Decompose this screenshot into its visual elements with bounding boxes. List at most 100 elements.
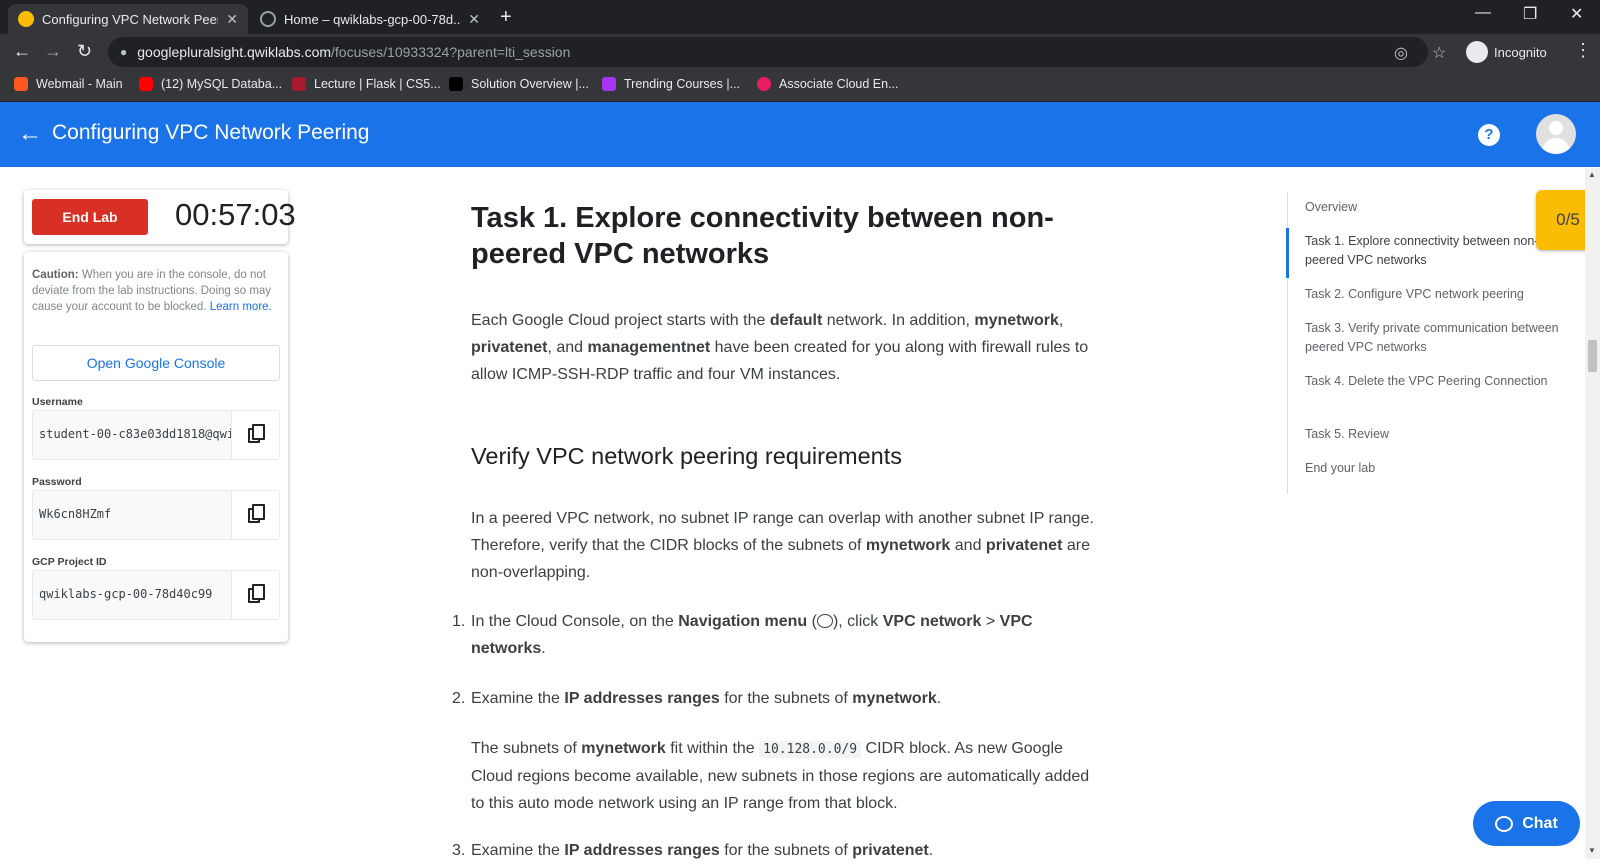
chat-bubble-icon — [1495, 815, 1514, 832]
page-title: Configuring VPC Network Peering — [52, 121, 370, 144]
browser-tabstrip: Configuring VPC Network Peerin ✕ Home – … — [0, 0, 1600, 34]
scrollbar-thumb[interactable] — [1588, 340, 1597, 372]
lab-timer-card: End Lab 00:57:03 — [24, 190, 296, 244]
minimize-icon[interactable]: — — [1475, 4, 1491, 22]
requirements-paragraph: In a peered VPC network, no subnet IP ra… — [471, 510, 1094, 581]
new-tab-icon[interactable]: + — [500, 6, 512, 29]
close-window-icon[interactable]: ✕ — [1570, 4, 1583, 24]
close-tab-icon[interactable]: ✕ — [468, 11, 480, 28]
caution-text: Caution: When you are in the console, do… — [32, 267, 280, 315]
open-google-console-button[interactable]: Open Google Console — [32, 345, 280, 381]
close-tab-icon[interactable]: ✕ — [226, 11, 238, 28]
copy-project-id-button[interactable] — [231, 571, 279, 619]
youtube-icon — [139, 77, 153, 91]
username-label: Username — [32, 396, 83, 408]
bookmark-label: (12) MySQL Databa... — [161, 77, 283, 91]
page-scrollbar[interactable]: ▲ ▼ — [1585, 168, 1600, 859]
bookmark-label: Lecture | Flask | CS5... — [314, 77, 441, 91]
table-of-contents: Overview Task 1. Explore connectivity be… — [1286, 192, 1560, 494]
project-id-field[interactable]: qwiklabs-gcp-00-78d40c99 — [32, 570, 280, 620]
bookmark-webmail[interactable]: Webmail - Main — [14, 77, 123, 91]
copy-password-button[interactable] — [231, 491, 279, 539]
app-header: ← Configuring VPC Network Peering ? — [0, 102, 1600, 167]
learn-more-link[interactable]: Learn more. — [210, 301, 272, 313]
tab-title: Configuring VPC Network Peerin — [42, 11, 219, 27]
star-icon[interactable]: ☆ — [1432, 43, 1446, 63]
bookmarks-bar: Webmail - Main (12) MySQL Databa... Lect… — [0, 70, 1600, 102]
username-value[interactable]: student-00-c83e03dd1818@qwiklabs.net — [39, 427, 233, 441]
bookmark-label: Associate Cloud En... — [779, 77, 899, 91]
scroll-down-icon[interactable]: ▼ — [1588, 846, 1596, 855]
address-bar[interactable]: ● googlepluralsight.qwiklabs.com /focuse… — [108, 37, 1446, 67]
toc-item-overview[interactable]: Overview — [1305, 198, 1560, 217]
password-label: Password — [32, 476, 82, 488]
incognito-icon — [1466, 41, 1488, 63]
eye-off-icon[interactable]: ◎ — [1394, 43, 1408, 63]
toc-item-task-1[interactable]: Task 1. Explore connectivity between non… — [1305, 232, 1560, 270]
bookmark-solution-overview[interactable]: Solution Overview |... — [449, 77, 589, 91]
tab-title: Home – qwiklabs-gcp-00-78d... — [284, 11, 461, 27]
intro-paragraph: Each Google Cloud project starts with th… — [471, 312, 1089, 383]
scroll-up-icon[interactable]: ▲ — [1588, 170, 1596, 179]
navigation-menu-icon — [816, 614, 833, 628]
bookmark-label: Trending Courses |... — [624, 77, 741, 91]
bookmark-lecture-flask[interactable]: Lecture | Flask | CS5... — [292, 77, 441, 91]
end-lab-button[interactable]: End Lab — [32, 199, 148, 235]
toc-item-task-2[interactable]: Task 2. Configure VPC network peering — [1305, 285, 1560, 304]
bookmark-favicon-icon — [757, 77, 771, 91]
browser-tab[interactable]: Home – qwiklabs-gcp-00-78d... ✕ — [250, 4, 490, 34]
qwiklabs-favicon-icon — [18, 11, 34, 27]
bookmark-favicon-icon — [14, 77, 28, 91]
step-number: 2. — [452, 690, 466, 707]
url-path: /focuses/10933324?parent=lti_session — [331, 44, 571, 60]
incognito-label: Incognito — [1494, 44, 1547, 60]
password-field[interactable]: Wk6cn8HZmf — [32, 490, 280, 540]
globe-icon — [260, 11, 276, 27]
copy-icon — [248, 424, 265, 444]
lab-timer: 00:57:03 — [175, 197, 296, 232]
bookmark-favicon-icon — [292, 77, 306, 91]
username-field[interactable]: student-00-c83e03dd1818@qwiklabs.net — [32, 410, 280, 460]
lock-icon: ● — [120, 45, 128, 59]
bookmark-label: Webmail - Main — [36, 77, 123, 91]
back-arrow-icon[interactable]: ← — [18, 120, 42, 148]
copy-username-button[interactable] — [231, 411, 279, 459]
step-2: Examine the IP addresses ranges for the … — [471, 690, 942, 707]
bookmark-label: Solution Overview |... — [471, 77, 589, 91]
bookmark-mysql[interactable]: (12) MySQL Databa... — [139, 77, 282, 91]
password-value[interactable]: Wk6cn8HZmf — [39, 507, 233, 521]
caution-label: Caution: — [32, 269, 79, 281]
browser-tab-active[interactable]: Configuring VPC Network Peerin ✕ — [8, 4, 248, 34]
toc-item-end-lab[interactable]: End your lab — [1305, 459, 1560, 478]
step-number: 3. — [452, 842, 466, 859]
bookmark-favicon-icon — [602, 77, 616, 91]
avatar-head — [1549, 121, 1563, 135]
reload-icon[interactable]: ↻ — [77, 41, 92, 62]
bookmark-trending-courses[interactable]: Trending Courses |... — [602, 77, 740, 91]
toc-item-task-5[interactable]: Task 5. Review — [1305, 425, 1560, 444]
url-host: googlepluralsight.qwiklabs.com — [137, 44, 332, 60]
back-arrow-icon[interactable]: ← — [13, 41, 31, 62]
credentials-card: Caution: When you are in the console, do… — [24, 252, 288, 642]
section-subheading: Verify VPC network peering requirements — [471, 443, 903, 469]
forward-arrow-icon[interactable]: → — [44, 41, 62, 62]
restore-icon[interactable]: ❐ — [1523, 4, 1537, 24]
toc-active-indicator — [1286, 228, 1289, 278]
project-id-value[interactable]: qwiklabs-gcp-00-78d40c99 — [39, 587, 233, 601]
chat-button[interactable]: Chat — [1473, 801, 1580, 846]
avatar-body — [1542, 138, 1570, 154]
step-number: 1. — [452, 613, 466, 630]
copy-icon — [248, 504, 265, 524]
toc-item-task-3[interactable]: Task 3. Verify private communication bet… — [1305, 319, 1560, 357]
step-3: Examine the IP addresses ranges for the … — [471, 842, 934, 859]
task-heading: Task 1. Explore connectivity between non… — [471, 202, 1054, 270]
help-icon[interactable]: ? — [1478, 124, 1500, 146]
browser-toolbar: ← → ↻ ● googlepluralsight.qwiklabs.com /… — [0, 34, 1600, 70]
step-1: In the Cloud Console, on the Navigation … — [471, 613, 1033, 657]
cidr-code: 10.128.0.0/9 — [759, 741, 862, 758]
browser-menu-icon[interactable]: ⋮ — [1574, 40, 1592, 61]
bookmark-associate-cloud[interactable]: Associate Cloud En... — [757, 77, 899, 91]
avatar[interactable] — [1536, 114, 1576, 154]
toc-item-task-4[interactable]: Task 4. Delete the VPC Peering Connectio… — [1305, 372, 1560, 391]
incognito-indicator[interactable]: Incognito — [1466, 40, 1547, 64]
